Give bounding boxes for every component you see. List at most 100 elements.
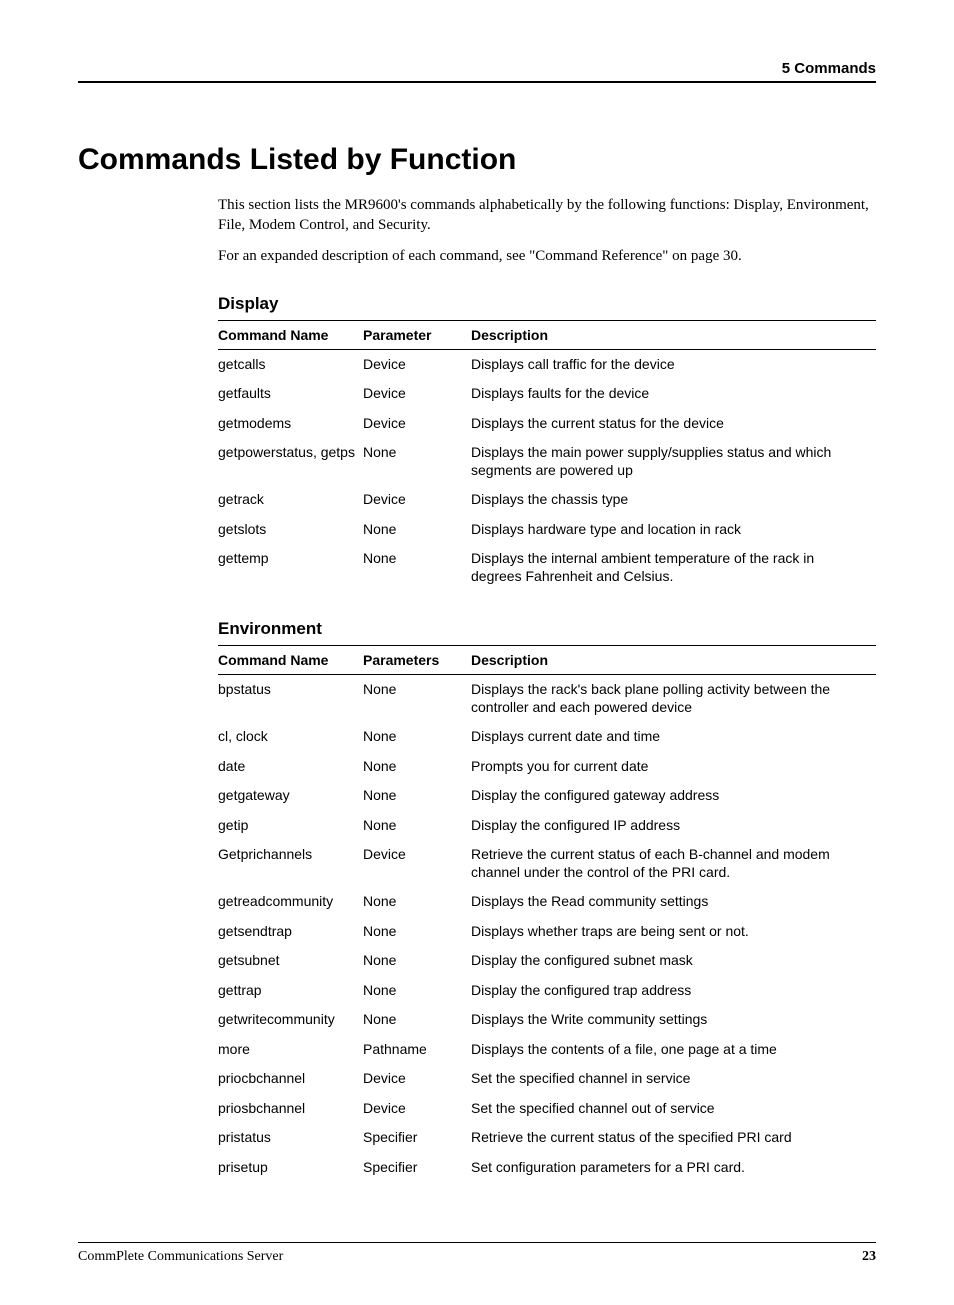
cell-command-name: getpowerstatus, getps	[218, 438, 363, 485]
table-header-row: Command Name Parameter Description	[218, 320, 876, 349]
cell-parameter: None	[363, 917, 471, 947]
table-row: getwritecommunityNoneDisplays the Write …	[218, 1005, 876, 1035]
cell-description: Set the specified channel out of service	[471, 1094, 876, 1124]
cell-parameter: None	[363, 946, 471, 976]
table-row: getsendtrapNoneDisplays whether traps ar…	[218, 917, 876, 947]
cell-command-name: getslots	[218, 515, 363, 545]
cell-parameter: None	[363, 887, 471, 917]
cell-command-name: bpstatus	[218, 675, 363, 723]
cell-parameter: Device	[363, 1094, 471, 1124]
cell-parameter: None	[363, 722, 471, 752]
subsection-display: Display	[218, 294, 876, 314]
cell-parameter: None	[363, 675, 471, 723]
cell-description: Set the specified channel in service	[471, 1064, 876, 1094]
cell-description: Displays the main power supply/supplies …	[471, 438, 876, 485]
cell-parameter: None	[363, 438, 471, 485]
cell-parameter: Device	[363, 485, 471, 515]
cell-description: Displays call traffic for the device	[471, 349, 876, 379]
cell-command-name: more	[218, 1035, 363, 1065]
section-title: Commands Listed by Function	[78, 143, 876, 177]
cell-command-name: getrack	[218, 485, 363, 515]
table-row: getmodemsDeviceDisplays the current stat…	[218, 409, 876, 439]
page-footer: CommPlete Communications Server 23	[78, 1242, 876, 1265]
th-command-name: Command Name	[218, 646, 363, 675]
cell-parameter: Device	[363, 1064, 471, 1094]
cell-parameter: Device	[363, 379, 471, 409]
cell-command-name: Getprichannels	[218, 840, 363, 887]
cell-description: Displays hardware type and location in r…	[471, 515, 876, 545]
cell-command-name: getgateway	[218, 781, 363, 811]
cell-parameter: None	[363, 781, 471, 811]
header-rule	[78, 81, 876, 83]
table-row: GetprichannelsDeviceRetrieve the current…	[218, 840, 876, 887]
th-parameter: Parameter	[363, 320, 471, 349]
th-command-name: Command Name	[218, 320, 363, 349]
subsection-environment: Environment	[218, 619, 876, 639]
footer-title: CommPlete Communications Server	[78, 1249, 283, 1265]
cell-command-name: getreadcommunity	[218, 887, 363, 917]
cell-parameter: None	[363, 515, 471, 545]
table-row: dateNonePrompts you for current date	[218, 752, 876, 782]
table-row: getslotsNoneDisplays hardware type and l…	[218, 515, 876, 545]
table-row: gettrapNoneDisplay the configured trap a…	[218, 976, 876, 1006]
cell-parameter: None	[363, 811, 471, 841]
cell-parameter: Pathname	[363, 1035, 471, 1065]
cell-parameter: Specifier	[363, 1153, 471, 1183]
table-header-row: Command Name Parameters Description	[218, 646, 876, 675]
cell-command-name: pristatus	[218, 1123, 363, 1153]
cell-command-name: getsendtrap	[218, 917, 363, 947]
page-header: 5 Commands	[78, 60, 876, 83]
table-row: getrackDeviceDisplays the chassis type	[218, 485, 876, 515]
intro-text: This section lists the MR9600's commands…	[218, 195, 876, 266]
cell-description: Displays the Read community settings	[471, 887, 876, 917]
cell-command-name: getsubnet	[218, 946, 363, 976]
cell-description: Display the configured gateway address	[471, 781, 876, 811]
table-row: getsubnetNoneDisplay the configured subn…	[218, 946, 876, 976]
cell-command-name: getfaults	[218, 379, 363, 409]
page: 5 Commands Commands Listed by Function T…	[0, 0, 954, 1305]
page-number: 23	[862, 1249, 876, 1265]
cell-command-name: getcalls	[218, 349, 363, 379]
cell-description: Displays the chassis type	[471, 485, 876, 515]
cell-description: Set configuration parameters for a PRI c…	[471, 1153, 876, 1183]
cell-command-name: getip	[218, 811, 363, 841]
display-table: Command Name Parameter Description getca…	[218, 320, 876, 592]
display-table-body: getcallsDeviceDisplays call traffic for …	[218, 349, 876, 591]
cell-description: Retrieve the current status of the speci…	[471, 1123, 876, 1153]
cell-command-name: getwritecommunity	[218, 1005, 363, 1035]
table-row: bpstatusNoneDisplays the rack's back pla…	[218, 675, 876, 723]
cell-parameter: None	[363, 1005, 471, 1035]
th-description: Description	[471, 320, 876, 349]
cell-command-name: prisetup	[218, 1153, 363, 1183]
cell-parameter: None	[363, 544, 471, 591]
cell-parameter: Specifier	[363, 1123, 471, 1153]
cell-description: Displays the contents of a file, one pag…	[471, 1035, 876, 1065]
table-row: getreadcommunityNoneDisplays the Read co…	[218, 887, 876, 917]
table-row: prisetupSpecifierSet configuration param…	[218, 1153, 876, 1183]
cell-command-name: priocbchannel	[218, 1064, 363, 1094]
cell-description: Display the configured IP address	[471, 811, 876, 841]
cell-description: Displays the current status for the devi…	[471, 409, 876, 439]
table-row: getipNoneDisplay the configured IP addre…	[218, 811, 876, 841]
table-row: pristatusSpecifierRetrieve the current s…	[218, 1123, 876, 1153]
cell-parameter: None	[363, 976, 471, 1006]
table-row: priosbchannelDeviceSet the specified cha…	[218, 1094, 876, 1124]
cell-command-name: priosbchannel	[218, 1094, 363, 1124]
cell-command-name: date	[218, 752, 363, 782]
cell-description: Prompts you for current date	[471, 752, 876, 782]
cell-command-name: gettrap	[218, 976, 363, 1006]
table-row: getpowerstatus, getpsNoneDisplays the ma…	[218, 438, 876, 485]
table-row: gettempNoneDisplays the internal ambient…	[218, 544, 876, 591]
environment-table: Command Name Parameters Description bpst…	[218, 645, 876, 1182]
table-row: getfaultsDeviceDisplays faults for the d…	[218, 379, 876, 409]
cell-description: Displays whether traps are being sent or…	[471, 917, 876, 947]
table-row: priocbchannelDeviceSet the specified cha…	[218, 1064, 876, 1094]
cell-command-name: gettemp	[218, 544, 363, 591]
cell-parameter: None	[363, 752, 471, 782]
table-row: cl, clockNoneDisplays current date and t…	[218, 722, 876, 752]
table-row: morePathnameDisplays the contents of a f…	[218, 1035, 876, 1065]
cell-parameter: Device	[363, 349, 471, 379]
cell-description: Displays the Write community settings	[471, 1005, 876, 1035]
cell-parameter: Device	[363, 409, 471, 439]
cell-description: Displays the rack's back plane polling a…	[471, 675, 876, 723]
